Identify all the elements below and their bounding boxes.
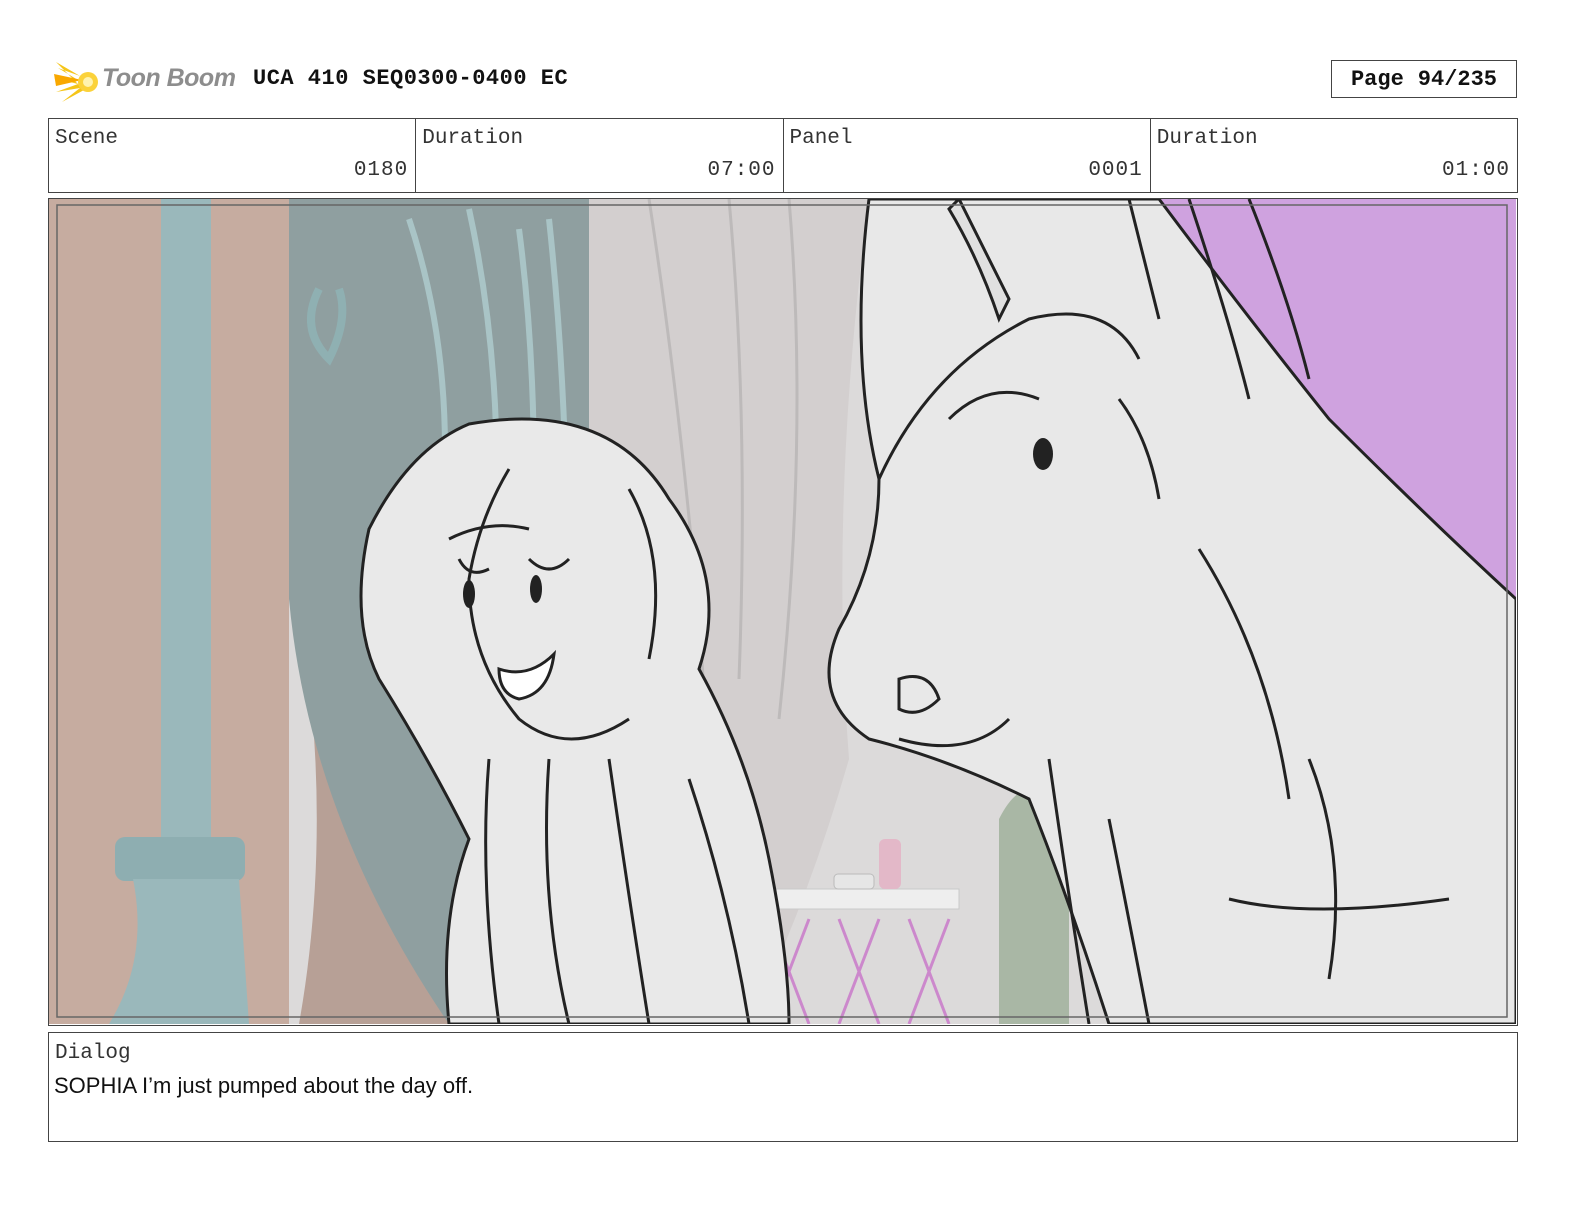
panel-duration-label: Duration <box>1156 127 1258 150</box>
shelf <box>758 888 960 910</box>
panel-info-table: Scene 0180 Duration 07:00 Panel 0001 Dur… <box>48 118 1518 193</box>
bottle <box>879 839 901 889</box>
pillar <box>161 199 211 839</box>
panel-cell: Panel 0001 <box>784 119 1151 192</box>
page-number: 94/235 <box>1417 66 1498 92</box>
scene-duration-label: Duration <box>422 127 524 150</box>
scene-duration-cell: Duration 07:00 <box>416 119 784 192</box>
panel-duration-cell: Duration 01:00 <box>1151 119 1517 192</box>
scene-label: Scene <box>55 127 119 150</box>
panel-value: 0001 <box>1088 159 1143 182</box>
storyboard-panel <box>48 198 1518 1026</box>
storyboard-drawing <box>49 199 1516 1024</box>
toon-boom-logo: Toon Boom <box>52 56 240 106</box>
dialog-box: Dialog SOPHIA I’m just pumped about the … <box>48 1032 1518 1142</box>
document-title: UCA 410 SEQ0300-0400 EC <box>253 66 569 91</box>
dialog-text: SOPHIA I’m just pumped about the day off… <box>54 1073 474 1098</box>
dialog-label: Dialog <box>55 1042 131 1065</box>
scene-duration-value: 07:00 <box>707 159 776 182</box>
panel-duration-value: 01:00 <box>1441 159 1510 182</box>
panel-label: Panel <box>789 127 853 150</box>
page-label: Page <box>1350 66 1404 92</box>
page-indicator: Page 94/235 <box>1331 60 1517 98</box>
scene-cell: Scene 0180 <box>49 119 417 192</box>
sunburst-icon <box>54 62 98 102</box>
scene-value: 0180 <box>353 159 409 182</box>
logo-text: Toon Boom <box>102 64 236 92</box>
